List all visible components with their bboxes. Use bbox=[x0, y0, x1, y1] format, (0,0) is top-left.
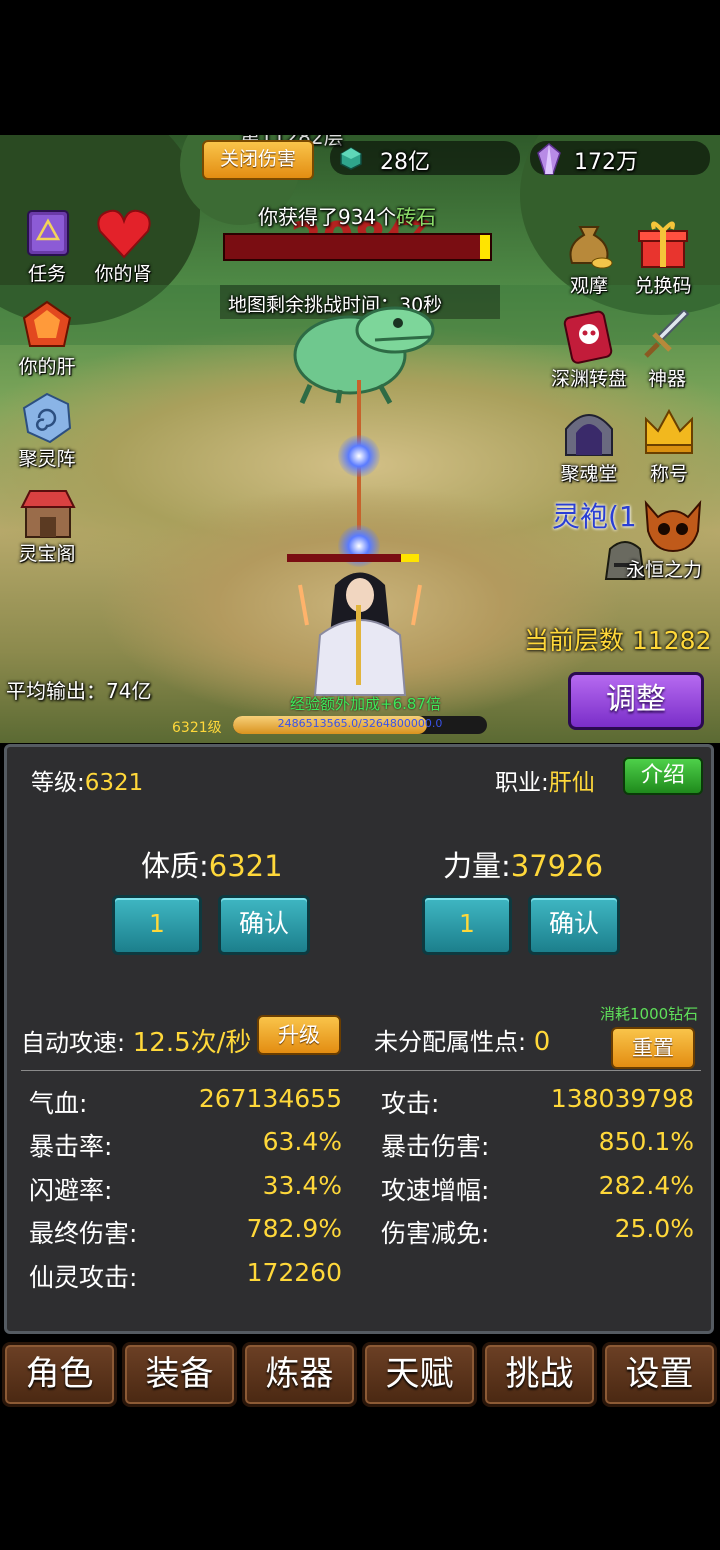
upgrade-button[interactable]: 升级 bbox=[257, 1015, 341, 1055]
level-value: 6321 bbox=[84, 770, 144, 796]
exp-bar: 2486513565.0/3264800000.0 bbox=[233, 716, 487, 734]
currency-bar-1: 28亿 bbox=[330, 141, 520, 175]
character-panel: 等级:6321 职业:肝仙 介绍 体质:6321 力量:37926 1 确认 1… bbox=[4, 744, 714, 1334]
kidney-label: 你的肾 bbox=[94, 263, 152, 285]
gate-icon bbox=[565, 414, 613, 456]
soul-hall-label: 聚魂堂 bbox=[560, 463, 618, 485]
stat-value: 850.1% bbox=[598, 1127, 694, 1156]
unassigned-row: 未分配属性点: 0 bbox=[374, 1022, 550, 1057]
boss-hp-fill bbox=[480, 235, 490, 259]
money-bag-icon bbox=[569, 226, 613, 269]
divider bbox=[21, 1070, 701, 1071]
attack-speed-value: 12.5次/秒 bbox=[132, 1028, 252, 1058]
skull-card-icon bbox=[563, 310, 613, 364]
sword-icon bbox=[644, 310, 690, 358]
job-label: 职业: bbox=[495, 770, 549, 796]
reward-message: 你获得了934个砖石 bbox=[258, 201, 436, 230]
stat-label: 气血: bbox=[29, 1089, 88, 1118]
reset-button[interactable]: 重置 bbox=[611, 1027, 695, 1069]
level-tag: 6321级 bbox=[172, 720, 222, 736]
nav-tab-settings[interactable]: 设置 bbox=[602, 1342, 717, 1407]
liver-label: 你的肝 bbox=[18, 356, 76, 378]
intro-button[interactable]: 介绍 bbox=[623, 757, 703, 795]
stat-label: 仙灵攻击: bbox=[29, 1263, 138, 1292]
strength-amount-input[interactable]: 1 bbox=[422, 895, 512, 955]
fire-gem-icon bbox=[22, 300, 72, 347]
average-output: 平均输出：74亿 bbox=[6, 679, 152, 703]
title-label: 称号 bbox=[649, 463, 688, 485]
player-hp-bar bbox=[287, 554, 419, 562]
treasure-pavilion-label: 灵宝阁 bbox=[18, 543, 76, 565]
crown-icon bbox=[645, 408, 693, 454]
stat-label: 攻击: bbox=[381, 1089, 440, 1118]
stat-value: 138039798 bbox=[550, 1084, 694, 1113]
stat-label: 暴击伤害: bbox=[381, 1132, 490, 1161]
spiral-stone-icon bbox=[22, 392, 72, 444]
stat-value: 33.4% bbox=[262, 1171, 342, 1200]
stat-label: 攻速增幅: bbox=[381, 1176, 490, 1205]
adjust-button[interactable]: 调整 bbox=[568, 672, 704, 730]
constitution-confirm-button[interactable]: 确认 bbox=[218, 895, 310, 955]
exp-text: 2486513565.0/3264800000.0 bbox=[277, 717, 443, 730]
gem-block-icon bbox=[340, 147, 362, 170]
stat-value: 25.0% bbox=[614, 1214, 694, 1243]
current-floor: 当前层数 11282 bbox=[524, 626, 712, 655]
nav-tab-equipment[interactable]: 装备 bbox=[122, 1342, 237, 1407]
magic-orb bbox=[338, 435, 380, 477]
spirit-array-label: 聚灵阵 bbox=[18, 448, 76, 470]
reward-msg-prefix: 你获得了934个 bbox=[258, 205, 397, 229]
shop-icon bbox=[20, 490, 76, 538]
nav-tab-character[interactable]: 角色 bbox=[2, 1342, 117, 1407]
currency2-value: 172万 bbox=[574, 150, 638, 175]
job-value: 肝仙 bbox=[548, 770, 595, 796]
player-character bbox=[298, 572, 422, 696]
stat-value: 172260 bbox=[246, 1258, 342, 1287]
strength-label: 力量: bbox=[443, 849, 511, 883]
currency1-value: 28亿 bbox=[380, 150, 430, 175]
nav-tab-talent[interactable]: 天赋 bbox=[362, 1342, 477, 1407]
redeem-code-label: 兑换码 bbox=[634, 275, 692, 297]
abyss-wheel-label: 深渊转盘 bbox=[550, 368, 627, 390]
job-row: 职业:肝仙 bbox=[495, 763, 595, 797]
constitution-amount-input[interactable]: 1 bbox=[112, 895, 202, 955]
exp-bonus: 经验额外加成+6.87倍 bbox=[290, 695, 441, 713]
stat-label: 最终伤害: bbox=[29, 1219, 138, 1248]
heart-icon bbox=[97, 209, 151, 259]
player-hp-fill bbox=[401, 554, 419, 562]
stat-value: 782.9% bbox=[246, 1214, 342, 1243]
unassigned-label: 未分配属性点: bbox=[374, 1028, 527, 1056]
attack-speed-row: 自动攻速: 12.5次/秒 bbox=[21, 1022, 251, 1059]
stat-label: 闪避率: bbox=[29, 1176, 113, 1205]
stat-label: 暴击率: bbox=[29, 1132, 113, 1161]
strength-row: 力量:37926 bbox=[443, 843, 603, 885]
spirit-robe-text: 灵袍(1 bbox=[552, 500, 637, 533]
stat-label: 伤害减免: bbox=[381, 1219, 490, 1248]
book-icon bbox=[27, 210, 69, 256]
strength-value: 37926 bbox=[510, 849, 604, 883]
eternal-power-label[interactable]: 永恒之力 bbox=[626, 555, 720, 582]
stat-value: 282.4% bbox=[598, 1171, 694, 1200]
constitution-label: 体质: bbox=[141, 849, 209, 883]
strength-confirm-button[interactable]: 确认 bbox=[528, 895, 620, 955]
game-scene[interactable]: 第11282层 关闭伤害 28亿 172万 208亿 你获得了934个砖石 地图… bbox=[0, 135, 720, 743]
nav-tab-refining[interactable]: 炼器 bbox=[242, 1342, 357, 1407]
crystal-icon bbox=[537, 143, 561, 175]
reward-item: 砖石 bbox=[396, 205, 437, 229]
reset-cost: 消耗1000钻石 bbox=[600, 1005, 699, 1023]
close-damage-button[interactable]: 关闭伤害 bbox=[202, 140, 314, 180]
constitution-value: 6321 bbox=[208, 849, 283, 883]
attack-speed-label: 自动攻速: bbox=[21, 1029, 126, 1057]
level-row: 等级:6321 bbox=[31, 763, 143, 797]
stat-value: 267134655 bbox=[198, 1084, 342, 1113]
nav-tab-challenge[interactable]: 挑战 bbox=[482, 1342, 597, 1407]
unassigned-value: 0 bbox=[533, 1027, 551, 1057]
gift-box-icon bbox=[638, 221, 688, 268]
level-label: 等级: bbox=[31, 770, 85, 796]
constitution-row: 体质:6321 bbox=[141, 843, 283, 885]
boss-hp-bar bbox=[223, 233, 492, 261]
stat-value: 63.4% bbox=[262, 1127, 342, 1156]
artifact-label: 神器 bbox=[647, 368, 686, 390]
currency-bar-2: 172万 bbox=[530, 141, 710, 175]
